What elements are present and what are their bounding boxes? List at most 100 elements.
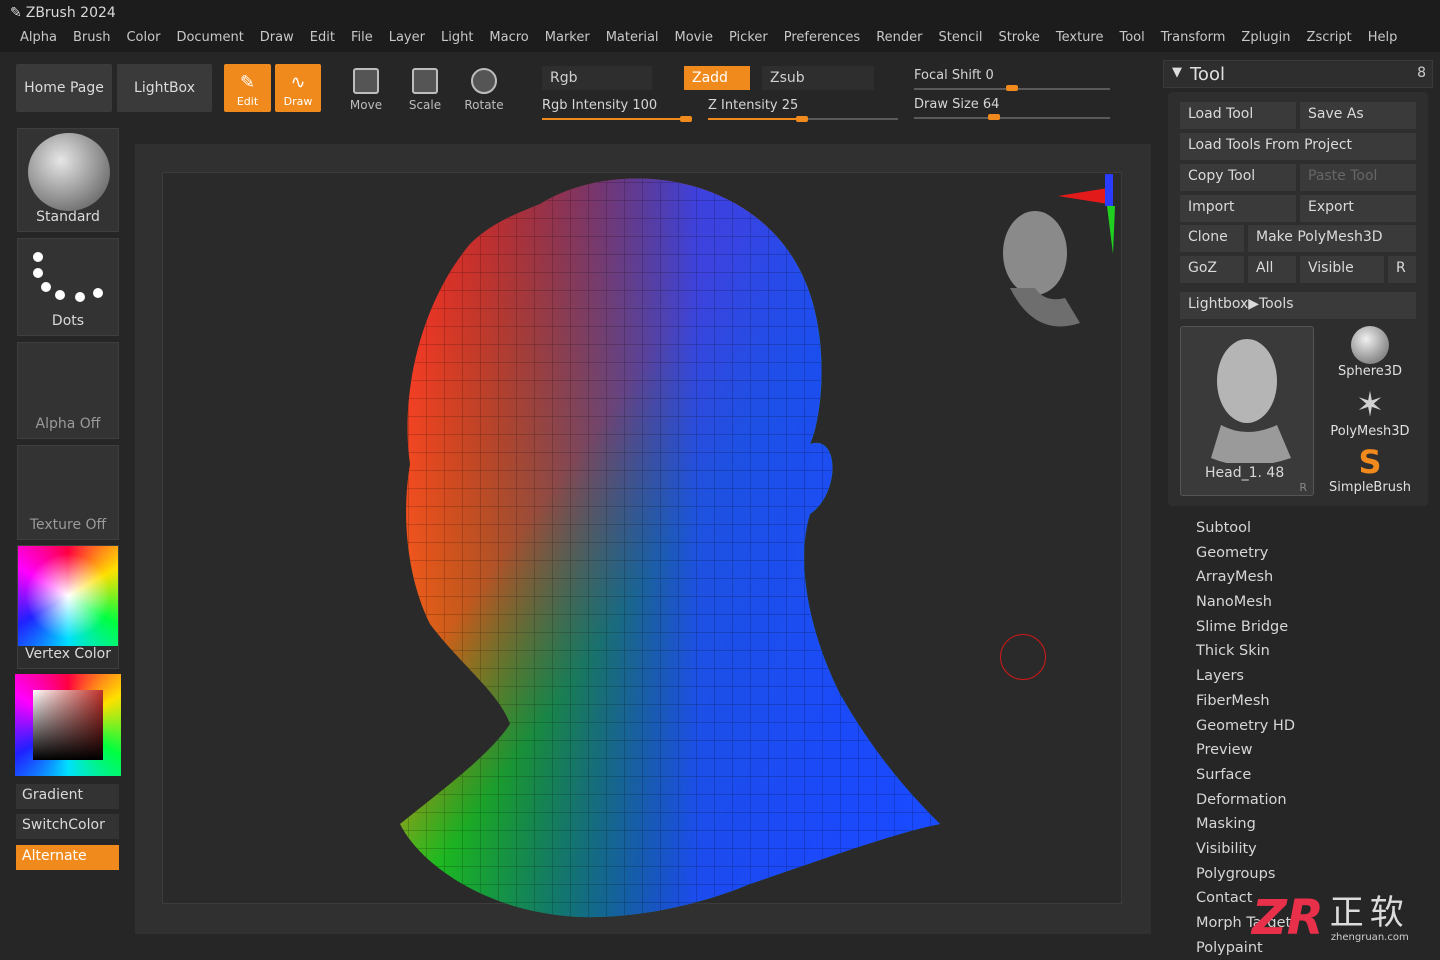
zsub-toggle[interactable]: Zsub: [762, 66, 874, 90]
watermark-url: zhengruan.com: [1330, 931, 1409, 943]
goz-visible-button[interactable]: Visible: [1300, 256, 1384, 283]
switch-color-button[interactable]: SwitchColor: [16, 814, 119, 839]
menu-layer[interactable]: Layer: [381, 28, 433, 52]
subpalette-masking[interactable]: Masking: [1196, 812, 1295, 837]
menu-material[interactable]: Material: [598, 28, 667, 52]
copy-tool-button[interactable]: Copy Tool: [1180, 164, 1296, 191]
menu-tool[interactable]: Tool: [1111, 28, 1152, 52]
subpalette-geometry-hd[interactable]: Geometry HD: [1196, 714, 1295, 739]
menu-zscript[interactable]: Zscript: [1299, 28, 1360, 52]
color-square[interactable]: [33, 690, 103, 760]
load-tool-button[interactable]: Load Tool: [1180, 102, 1296, 129]
move-button[interactable]: Move: [341, 68, 391, 112]
menu-render[interactable]: Render: [868, 28, 930, 52]
menu-color[interactable]: Color: [118, 28, 168, 52]
watermark-logo: ZR: [1252, 890, 1324, 946]
material-selector[interactable]: Vertex Color: [17, 545, 119, 669]
menu-preferences[interactable]: Preferences: [776, 28, 868, 52]
menu-picker[interactable]: Picker: [721, 28, 776, 52]
current-tool-r: R: [1299, 481, 1307, 494]
scale-icon: [412, 68, 438, 94]
make-polymesh3d-button[interactable]: Make PolyMesh3D: [1248, 225, 1416, 252]
menu-document[interactable]: Document: [168, 28, 251, 52]
menu-transform[interactable]: Transform: [1153, 28, 1234, 52]
menu-alpha[interactable]: Alpha: [12, 28, 65, 52]
subpalette-thick-skin[interactable]: Thick Skin: [1196, 639, 1295, 664]
sphere3d-icon: [1351, 326, 1389, 364]
watermark: ZR 正软 zhengruan.com: [1252, 890, 1410, 946]
menu-edit[interactable]: Edit: [302, 28, 343, 52]
head-model[interactable]: [390, 164, 950, 934]
menu-file[interactable]: File: [343, 28, 381, 52]
subpalette-geometry[interactable]: Geometry: [1196, 541, 1295, 566]
menu-brush[interactable]: Brush: [65, 28, 119, 52]
subpalette-polygroups[interactable]: Polygroups: [1196, 862, 1295, 887]
alpha-selector[interactable]: Alpha Off: [17, 342, 119, 439]
lightbox-tools-button[interactable]: Lightbox▶Tools: [1180, 292, 1416, 319]
subpalette-preview[interactable]: Preview: [1196, 738, 1295, 763]
current-tool-name: Head_1. 48: [1205, 465, 1285, 481]
subpalette-nanomesh[interactable]: NanoMesh: [1196, 590, 1295, 615]
app-title: ✎ ZBrush 2024: [10, 5, 116, 21]
subpalette-arraymesh[interactable]: ArrayMesh: [1196, 565, 1295, 590]
rgb-toggle[interactable]: Rgb: [542, 66, 652, 90]
edit-mode-button[interactable]: ✎ Edit: [224, 64, 271, 112]
tool-thumb-polymesh3d[interactable]: ✶ PolyMesh3D: [1318, 386, 1422, 442]
menu-marker[interactable]: Marker: [537, 28, 598, 52]
menu-macro[interactable]: Macro: [481, 28, 536, 52]
save-as-button[interactable]: Save As: [1300, 102, 1416, 129]
menu-light[interactable]: Light: [433, 28, 481, 52]
draw-size-slider[interactable]: [988, 114, 1000, 120]
paste-tool-button[interactable]: Paste Tool: [1300, 164, 1416, 191]
document-canvas[interactable]: [135, 144, 1151, 934]
alternate-button[interactable]: Alternate: [16, 845, 119, 870]
subpalette-deformation[interactable]: Deformation: [1196, 788, 1295, 813]
draw-size-track[interactable]: [914, 117, 1110, 119]
stroke-selector[interactable]: Dots: [17, 238, 119, 336]
menu-stencil[interactable]: Stencil: [930, 28, 990, 52]
load-tools-from-project-button[interactable]: Load Tools From Project: [1180, 133, 1416, 160]
home-page-button[interactable]: Home Page: [16, 64, 112, 112]
subpalette-visibility[interactable]: Visibility: [1196, 837, 1295, 862]
tool-thumb-simplebrush[interactable]: S SimpleBrush: [1318, 444, 1422, 500]
draw-mode-button[interactable]: ∿ Draw: [275, 64, 321, 112]
clone-button[interactable]: Clone: [1180, 225, 1244, 252]
watermark-cn: 正软: [1329, 892, 1410, 933]
palette-dock-icon[interactable]: 8: [1417, 65, 1426, 81]
subpalette-layers[interactable]: Layers: [1196, 664, 1295, 689]
tool-palette-header[interactable]: ▼ Tool 8: [1163, 60, 1433, 88]
menu-zplugin[interactable]: Zplugin: [1233, 28, 1298, 52]
menu-texture[interactable]: Texture: [1048, 28, 1112, 52]
draw-icon: ∿: [290, 72, 306, 93]
zadd-toggle[interactable]: Zadd: [684, 66, 750, 90]
menu-movie[interactable]: Movie: [667, 28, 721, 52]
subpalette-subtool[interactable]: Subtool: [1196, 516, 1295, 541]
focal-shift-slider[interactable]: [1006, 85, 1018, 91]
vertex-color-swatch: [18, 546, 118, 646]
axis-gizmo-icon[interactable]: [1053, 170, 1123, 260]
brush-selector[interactable]: Standard: [17, 128, 119, 232]
rgb-intensity-slider[interactable]: [680, 116, 692, 122]
menu-help[interactable]: Help: [1360, 28, 1406, 52]
texture-selector[interactable]: Texture Off: [17, 445, 119, 540]
rotate-button[interactable]: Rotate: [459, 68, 509, 112]
subpalette-fibermesh[interactable]: FiberMesh: [1196, 689, 1295, 714]
gradient-button[interactable]: Gradient: [16, 784, 119, 809]
subpalette-slime-bridge[interactable]: Slime Bridge: [1196, 615, 1295, 640]
goz-r-button[interactable]: R: [1388, 256, 1416, 283]
z-intensity-slider[interactable]: [796, 116, 808, 122]
color-picker[interactable]: [15, 674, 121, 776]
menu-draw[interactable]: Draw: [252, 28, 302, 52]
tool-thumb-sphere3d[interactable]: Sphere3D: [1318, 326, 1422, 382]
lightbox-button[interactable]: LightBox: [117, 64, 212, 112]
subpalette-surface[interactable]: Surface: [1196, 763, 1295, 788]
current-tool-thumbnail[interactable]: Head_1. 48 R: [1180, 326, 1314, 496]
export-button[interactable]: Export: [1300, 195, 1416, 222]
goz-all-button[interactable]: All: [1248, 256, 1296, 283]
menu-stroke[interactable]: Stroke: [990, 28, 1047, 52]
import-button[interactable]: Import: [1180, 195, 1296, 222]
move-icon: [353, 68, 379, 94]
scale-button[interactable]: Scale: [400, 68, 450, 112]
tool-palette: Load Tool Save As Load Tools From Projec…: [1168, 92, 1428, 506]
goz-button[interactable]: GoZ: [1180, 256, 1244, 283]
